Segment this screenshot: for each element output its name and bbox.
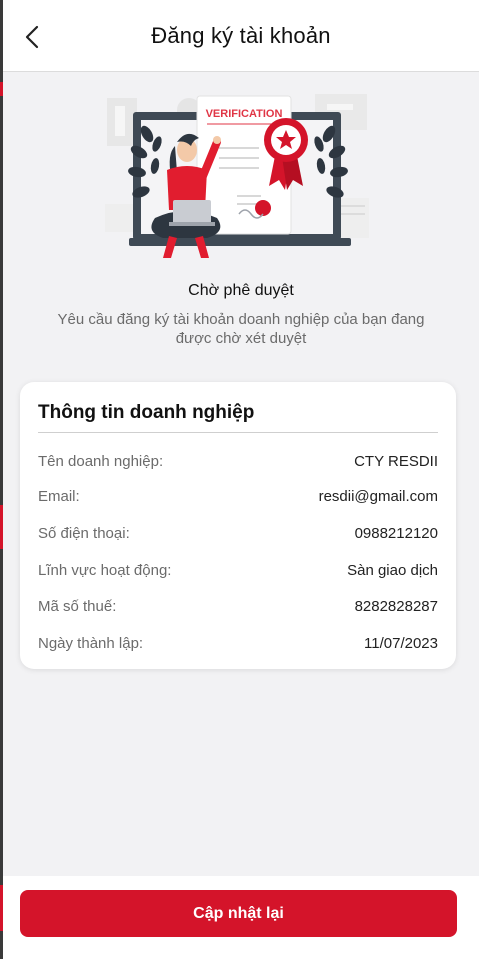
info-row-business-field: Lĩnh vực hoạt động: Sàn giao dịch [38,559,438,581]
card-divider [38,432,438,433]
info-value: resdii@gmail.com [318,487,438,505]
info-value: CTY RESDII [354,452,438,470]
status-title: Chờ phê duyệt [188,282,294,299]
info-value: 8282828287 [354,597,438,615]
back-button[interactable] [19,22,47,52]
business-info-card: Thông tin doanh nghiệp Tên doanh nghiệp:… [20,382,456,669]
info-value: Sàn giao dịch [347,561,438,579]
verification-badge-text: VERIFICATION [206,108,283,120]
info-value: 11/07/2023 [364,634,438,652]
info-row-company-name: Tên doanh nghiệp: CTY RESDII [38,450,438,472]
info-row-email: Email: resdii@gmail.com [38,485,438,507]
page-title: Đăng ký tài khoản [151,22,331,48]
info-label: Ngày thành lập: [38,634,144,652]
chevron-left-icon [25,25,39,49]
card-title: Thông tin doanh nghiệp [38,402,255,423]
update-button[interactable]: Cập nhật lại [20,890,457,937]
verification-illustration: VERIFICATION [105,94,369,258]
app-header: Đăng ký tài khoản [3,0,479,72]
info-value: 0988212120 [354,524,438,542]
info-label: Mã số thuế: [38,597,117,615]
info-row-founding-date: Ngày thành lập: 11/07/2023 [38,632,438,654]
info-row-phone: Số điện thoại: 0988212120 [38,522,438,544]
info-label: Lĩnh vực hoạt động: [38,561,172,579]
info-label: Tên doanh nghiệp: [38,452,164,470]
info-label: Số điện thoại: [38,524,130,542]
bottom-action-bar: Cập nhật lại [3,876,479,959]
info-label: Email: [38,487,80,505]
status-description: Yêu cầu đăng ký tài khoản doanh nghiệp c… [57,311,425,347]
registration-status-screen: Đăng ký tài khoản VERIFICATION Chờ phê d… [3,0,479,959]
info-row-tax-code: Mã số thuế: 8282828287 [38,595,438,617]
